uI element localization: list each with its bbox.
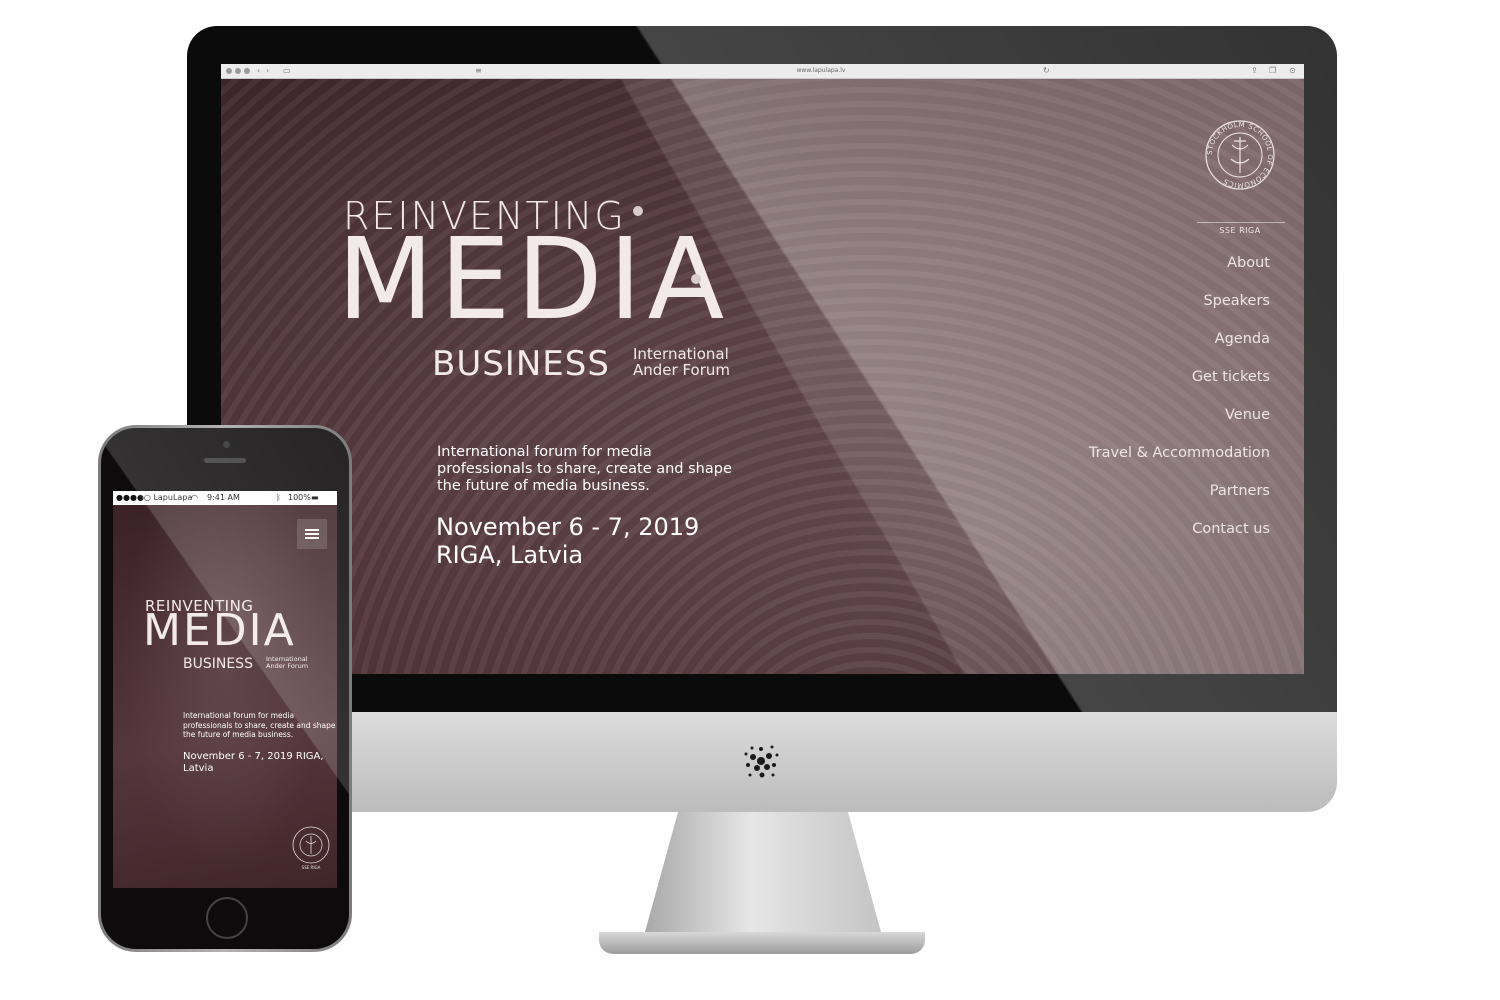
- main-navigation: About Speakers Agenda Get tickets Venue …: [1089, 244, 1270, 548]
- downloads-icon[interactable]: ⊙: [1289, 67, 1296, 75]
- window-zoom-icon[interactable]: [244, 68, 250, 74]
- earpiece-speaker: [204, 458, 246, 463]
- event-date: November 6 - 7, 2019: [436, 513, 700, 541]
- mobile-forum-line-2: Ander Forum: [266, 662, 309, 670]
- reload-icon[interactable]: ↻: [1043, 67, 1050, 75]
- share-icon[interactable]: ⇪: [1251, 67, 1258, 75]
- front-camera-icon: [223, 441, 230, 448]
- nav-contact-us[interactable]: Contact us: [1089, 510, 1270, 548]
- mobile-event-description: International forum for media profession…: [183, 711, 336, 739]
- tabs-icon[interactable]: ❐: [1269, 67, 1276, 75]
- browser-toolbar: ‹ › ▭ ≡ www.lapulapa.lv ↻ ⇪ ❐ ⊙: [221, 64, 1304, 79]
- status-time: 9:41 AM: [207, 493, 240, 502]
- logo-business: BUSINESS: [432, 344, 610, 384]
- window-close-icon[interactable]: [226, 68, 232, 74]
- forum-line-2: Ander Forum: [633, 361, 731, 379]
- mobile-sse-seal-icon: [292, 826, 330, 864]
- imac-bezel: ‹ › ▭ ≡ www.lapulapa.lv ↻ ⇪ ❐ ⊙ REINVENT…: [187, 26, 1337, 712]
- iphone-body: ●●●●○ LapuLapa ◠ 9:41 AM ᛒ 100% ▬ REINVE…: [101, 428, 349, 949]
- event-date-location: November 6 - 7, 2019 RIGA, Latvia: [436, 513, 796, 569]
- bluetooth-icon: ᛒ: [276, 493, 281, 502]
- iphone-mockup: ●●●●○ LapuLapa ◠ 9:41 AM ᛒ 100% ▬ REINVE…: [98, 425, 352, 952]
- event-description: International forum for media profession…: [437, 444, 732, 494]
- mobile-logo-business: BUSINESS: [183, 656, 253, 672]
- wifi-icon: ◠: [191, 493, 198, 502]
- nav-speakers[interactable]: Speakers: [1089, 282, 1270, 320]
- mobile-logo-forum-name: International Ander Forum: [266, 656, 326, 670]
- seal-divider: [1197, 222, 1285, 223]
- back-icon[interactable]: ‹: [257, 67, 260, 75]
- forward-icon[interactable]: ›: [266, 67, 269, 75]
- logo-media: MEDIA: [337, 215, 731, 345]
- logo-dot: [691, 274, 701, 284]
- website-page: REINVENTING MEDIA BUSINESS International…: [221, 79, 1304, 674]
- nav-about[interactable]: About: [1089, 244, 1270, 282]
- nav-travel-accommodation[interactable]: Travel & Accommodation: [1089, 434, 1270, 472]
- nav-get-tickets[interactable]: Get tickets: [1089, 358, 1270, 396]
- lapulapa-logo-icon: [744, 745, 779, 778]
- imac-stand-neck: [645, 812, 881, 932]
- imac-stand-foot: [599, 932, 925, 954]
- ios-status-bar: ●●●●○ LapuLapa ◠ 9:41 AM ᛒ 100% ▬: [113, 491, 337, 505]
- sse-riga-logo[interactable]: STOCKHOLM SCHOOL OF ECONOMICS SSE RIGA: [1197, 119, 1285, 235]
- mobile-screen: ●●●●○ LapuLapa ◠ 9:41 AM ᛒ 100% ▬ REINVE…: [113, 491, 337, 888]
- window-minimize-icon[interactable]: [235, 68, 241, 74]
- forum-line-1: International: [633, 345, 729, 363]
- mobile-logo-media: MEDIA: [143, 605, 296, 656]
- seal-label: SSE RIGA: [1219, 226, 1261, 235]
- mobile-sse-riga-logo[interactable]: SSE RIGA: [291, 825, 331, 870]
- mobile-seal-label: SSE RIGA: [301, 865, 321, 870]
- event-location: RIGA, Latvia: [436, 541, 584, 569]
- mobile-event-date-location: November 6 - 7, 2019 RIGA, Latvia: [183, 751, 324, 774]
- mobile-website-page: REINVENTING MEDIA BUSINESS International…: [113, 505, 337, 888]
- battery-icon: ▬: [311, 493, 319, 502]
- address-bar[interactable]: www.lapulapa.lv: [621, 66, 1021, 76]
- hamburger-menu-icon[interactable]: [297, 519, 327, 549]
- sidebar-icon[interactable]: ▭: [283, 67, 291, 75]
- desktop-screen: ‹ › ▭ ≡ www.lapulapa.lv ↻ ⇪ ❐ ⊙ REINVENT…: [221, 64, 1304, 674]
- nav-partners[interactable]: Partners: [1089, 472, 1270, 510]
- reader-icon[interactable]: ≡: [475, 67, 482, 75]
- nav-venue[interactable]: Venue: [1089, 396, 1270, 434]
- nav-agenda[interactable]: Agenda: [1089, 320, 1270, 358]
- battery-percent: 100%: [288, 493, 311, 502]
- sse-seal-icon: STOCKHOLM SCHOOL OF ECONOMICS: [1205, 120, 1275, 190]
- logo-forum-name: International Ander Forum: [633, 346, 763, 378]
- carrier-signal: ●●●●○ LapuLapa: [116, 493, 193, 502]
- home-button[interactable]: [206, 897, 248, 939]
- imac-mockup: ‹ › ▭ ≡ www.lapulapa.lv ↻ ⇪ ❐ ⊙ REINVENT…: [187, 26, 1337, 954]
